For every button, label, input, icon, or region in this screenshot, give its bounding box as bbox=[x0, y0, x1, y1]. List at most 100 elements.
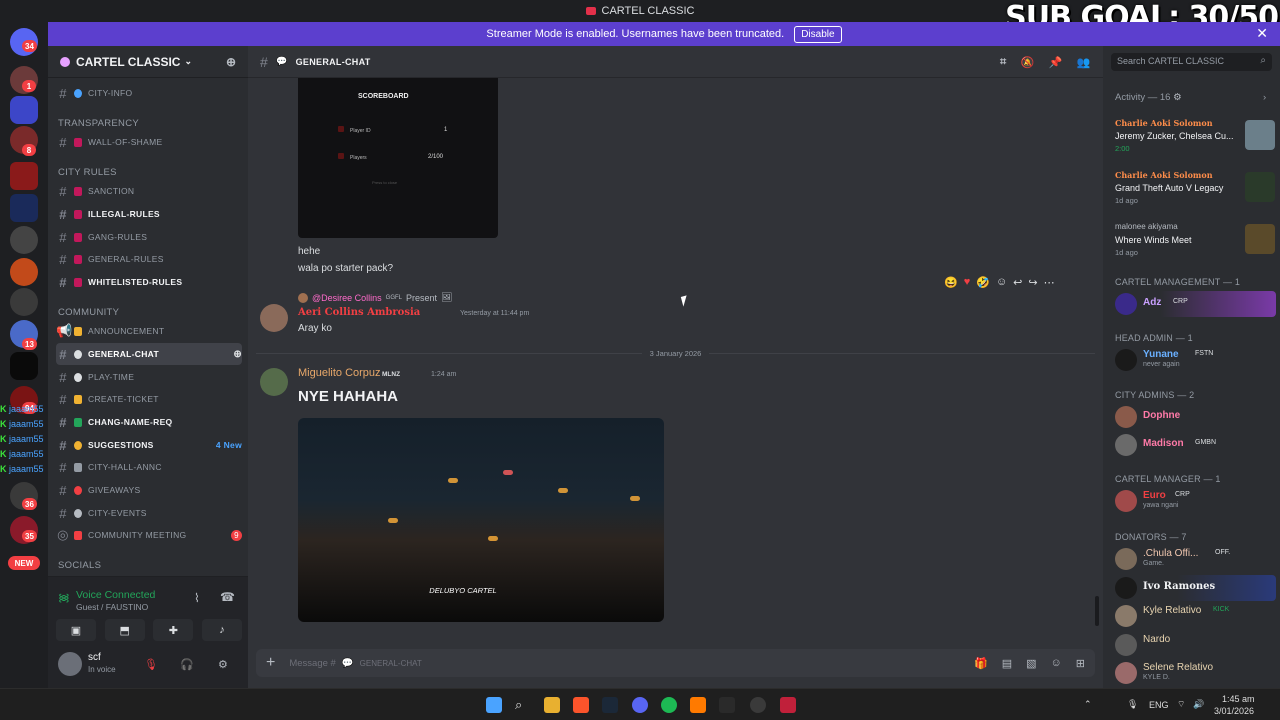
add-member-icon[interactable]: ⊕ bbox=[233, 349, 242, 360]
activity-card[interactable]: malonee akiyama Where Winds Meet 1d ago bbox=[1111, 220, 1276, 264]
forward-icon[interactable]: ↪ bbox=[1028, 276, 1037, 289]
channel-community-meeting[interactable]: ◎ COMMUNITY MEETING 9 bbox=[56, 524, 242, 546]
reply-icon[interactable]: ↩ bbox=[1013, 276, 1022, 289]
close-icon[interactable]: ✕ bbox=[1256, 25, 1268, 42]
soundboard-icon[interactable]: ♪ bbox=[201, 619, 242, 641]
spotify-icon[interactable] bbox=[661, 697, 677, 713]
microphone-icon[interactable]: 🎙 bbox=[1127, 699, 1138, 710]
headphones-icon[interactable]: 🎧 bbox=[180, 658, 194, 671]
search-icon[interactable]: ⌕ bbox=[515, 697, 531, 713]
channel-general-chat[interactable]: # GENERAL-CHAT ⊕ bbox=[56, 343, 242, 365]
category-transparency[interactable]: TRANSPARENCY bbox=[58, 118, 139, 129]
threads-icon[interactable]: ⌗ bbox=[1000, 56, 1007, 69]
app-icon[interactable] bbox=[780, 697, 796, 713]
member-item[interactable]: Ivo Ramones bbox=[1111, 575, 1276, 601]
voice-status[interactable]: Voice Connected bbox=[76, 589, 155, 601]
message-author[interactable]: Aeri Collins Ambrosia bbox=[298, 307, 420, 318]
avatar[interactable] bbox=[260, 368, 288, 396]
pin-icon[interactable]: 📌 bbox=[1049, 56, 1063, 69]
gif-icon[interactable]: ▤ bbox=[1002, 657, 1012, 670]
file-explorer-icon[interactable] bbox=[544, 697, 560, 713]
message-author[interactable]: Miguelito Corpuz bbox=[298, 367, 381, 379]
member-item[interactable]: Madison GMBN bbox=[1111, 432, 1276, 458]
heart-reaction-icon[interactable]: ♥ bbox=[964, 276, 971, 289]
screen-share-icon[interactable]: ⬒ bbox=[104, 619, 145, 641]
settings-gear-icon[interactable]: ⚙ bbox=[218, 658, 228, 671]
activities-icon[interactable]: ✚ bbox=[153, 619, 194, 641]
obs-icon[interactable] bbox=[750, 697, 766, 713]
channel-city-events[interactable]: # CITY-EVENTS bbox=[56, 502, 242, 524]
channel-sanction[interactable]: # SANCTION bbox=[56, 180, 242, 202]
language-indicator[interactable]: ENG bbox=[1149, 700, 1169, 710]
camera-off-icon[interactable]: ▣ bbox=[56, 619, 96, 641]
volume-icon[interactable]: 🔊 bbox=[1193, 699, 1204, 710]
server-icon[interactable] bbox=[10, 258, 38, 286]
member-item[interactable]: Euro CRP yawa ngani bbox=[1111, 488, 1276, 514]
member-item[interactable]: .Chula Offi... OFF. Game. bbox=[1111, 546, 1276, 572]
brave-browser-icon[interactable] bbox=[573, 697, 589, 713]
chevron-right-icon[interactable]: › bbox=[1263, 92, 1266, 103]
activity-header[interactable]: Activity — 16 ⚙ › bbox=[1115, 92, 1266, 103]
channel-wall-of-shame[interactable]: # WALL-OF-SHAME bbox=[56, 131, 242, 153]
mute-icon[interactable]: 🎙 bbox=[144, 658, 158, 671]
channel-suggestions[interactable]: # SUGGESTIONS 4 New bbox=[56, 434, 242, 456]
channel-create-ticket[interactable]: # CREATE-TICKET bbox=[56, 388, 242, 410]
game-screenshot[interactable]: DELUBYO CARTEL bbox=[298, 418, 664, 622]
chevron-up-icon[interactable]: ⌃ bbox=[1084, 699, 1092, 710]
emoji-reaction-icon[interactable]: 😆 bbox=[944, 276, 958, 289]
notification-bell-icon[interactable]: 🔕 bbox=[1021, 56, 1035, 69]
add-reaction-icon[interactable]: ☺ bbox=[996, 276, 1007, 289]
member-item[interactable]: Adz CRP bbox=[1111, 291, 1276, 317]
message-composer[interactable]: + Message # 💬 GENERAL-CHAT 🎁 ▤ ▧ ☺ ⊞ bbox=[256, 649, 1095, 677]
app-icon[interactable] bbox=[690, 697, 706, 713]
add-attachment-icon[interactable]: + bbox=[266, 654, 275, 672]
channel-general-rules[interactable]: # GENERAL-RULES bbox=[56, 248, 242, 270]
windows-start-icon[interactable] bbox=[486, 697, 502, 713]
gift-icon[interactable]: 🎁 bbox=[974, 657, 988, 670]
member-item[interactable]: Dophne bbox=[1111, 404, 1276, 430]
apps-icon[interactable]: ⊞ bbox=[1076, 657, 1085, 670]
reply-preview[interactable]: @Desiree Collins GGFL Present 🖼 bbox=[298, 292, 452, 303]
category-community[interactable]: COMMUNITY bbox=[58, 307, 119, 318]
gear-icon[interactable]: ⚙ bbox=[1173, 92, 1182, 103]
category-city-rules[interactable]: CITY RULES bbox=[58, 167, 117, 178]
discord-icon[interactable] bbox=[632, 697, 648, 713]
server-icon[interactable] bbox=[10, 226, 38, 254]
disconnect-icon[interactable]: ☎ bbox=[220, 590, 235, 604]
member-item[interactable]: Kyle Relativo KICK bbox=[1111, 603, 1276, 629]
server-header[interactable]: CARTEL CLASSIC ⌄ ⊕ bbox=[48, 46, 248, 78]
channel-giveaways[interactable]: # GIVEAWAYS bbox=[56, 479, 242, 501]
invite-people-icon[interactable]: ⊕ bbox=[226, 55, 236, 69]
new-badge[interactable]: NEW bbox=[8, 556, 40, 570]
scrollbar[interactable] bbox=[1095, 596, 1099, 626]
server-icon[interactable] bbox=[10, 162, 38, 190]
member-item[interactable]: Yunane FSTN never again bbox=[1111, 347, 1276, 373]
avatar[interactable] bbox=[260, 304, 288, 332]
wifi-icon[interactable]: ⌔ bbox=[1177, 699, 1185, 710]
server-icon[interactable] bbox=[10, 194, 38, 222]
clock-date[interactable]: 3/01/2026 bbox=[1214, 706, 1254, 716]
signal-icon[interactable]: ᯼ bbox=[58, 590, 70, 605]
member-item[interactable]: Selene Relativo KYLE D. bbox=[1111, 660, 1276, 686]
voice-channel[interactable]: Guest / FAUSTINO bbox=[76, 602, 148, 612]
clock-time[interactable]: 1:45 am bbox=[1222, 694, 1255, 704]
channel-chang-name-req[interactable]: # CHANG-NAME-REQ bbox=[56, 411, 242, 433]
disable-button[interactable]: Disable bbox=[794, 25, 842, 43]
emoji-picker-icon[interactable]: ☺ bbox=[1051, 657, 1062, 670]
channel-illegal-rules[interactable]: # ILLEGAL-RULES bbox=[56, 203, 242, 225]
category-socials[interactable]: SOCIALS bbox=[58, 560, 101, 571]
channel-whitelisted-rules[interactable]: # WHITELISTED-RULES bbox=[56, 271, 242, 293]
search-input[interactable]: Search CARTEL CLASSIC ⌕ bbox=[1111, 53, 1272, 71]
activity-card[interactable]: Charlie Aoki Solomon Grand Theft Auto V … bbox=[1111, 168, 1276, 212]
channel-play-time[interactable]: # PLAY-TIME bbox=[56, 366, 242, 388]
app-icon[interactable] bbox=[719, 697, 735, 713]
channel-gang-rules[interactable]: # GANG-RULES bbox=[56, 226, 242, 248]
member-list-icon[interactable]: 👥 bbox=[1077, 56, 1091, 69]
channel-announcement[interactable]: 📢 ANNOUNCEMENT bbox=[56, 320, 242, 342]
channel-city-info[interactable]: # CITY-INFO bbox=[56, 82, 242, 104]
noise-suppression-icon[interactable]: ⌇ bbox=[194, 591, 200, 605]
avatar[interactable] bbox=[58, 652, 82, 676]
scoreboard-image[interactable]: SCOREBOARD Player ID 1 Players 2/100 Pre… bbox=[298, 78, 498, 238]
emoji-reaction-icon[interactable]: 🤣 bbox=[976, 276, 990, 289]
steam-icon[interactable] bbox=[602, 697, 618, 713]
